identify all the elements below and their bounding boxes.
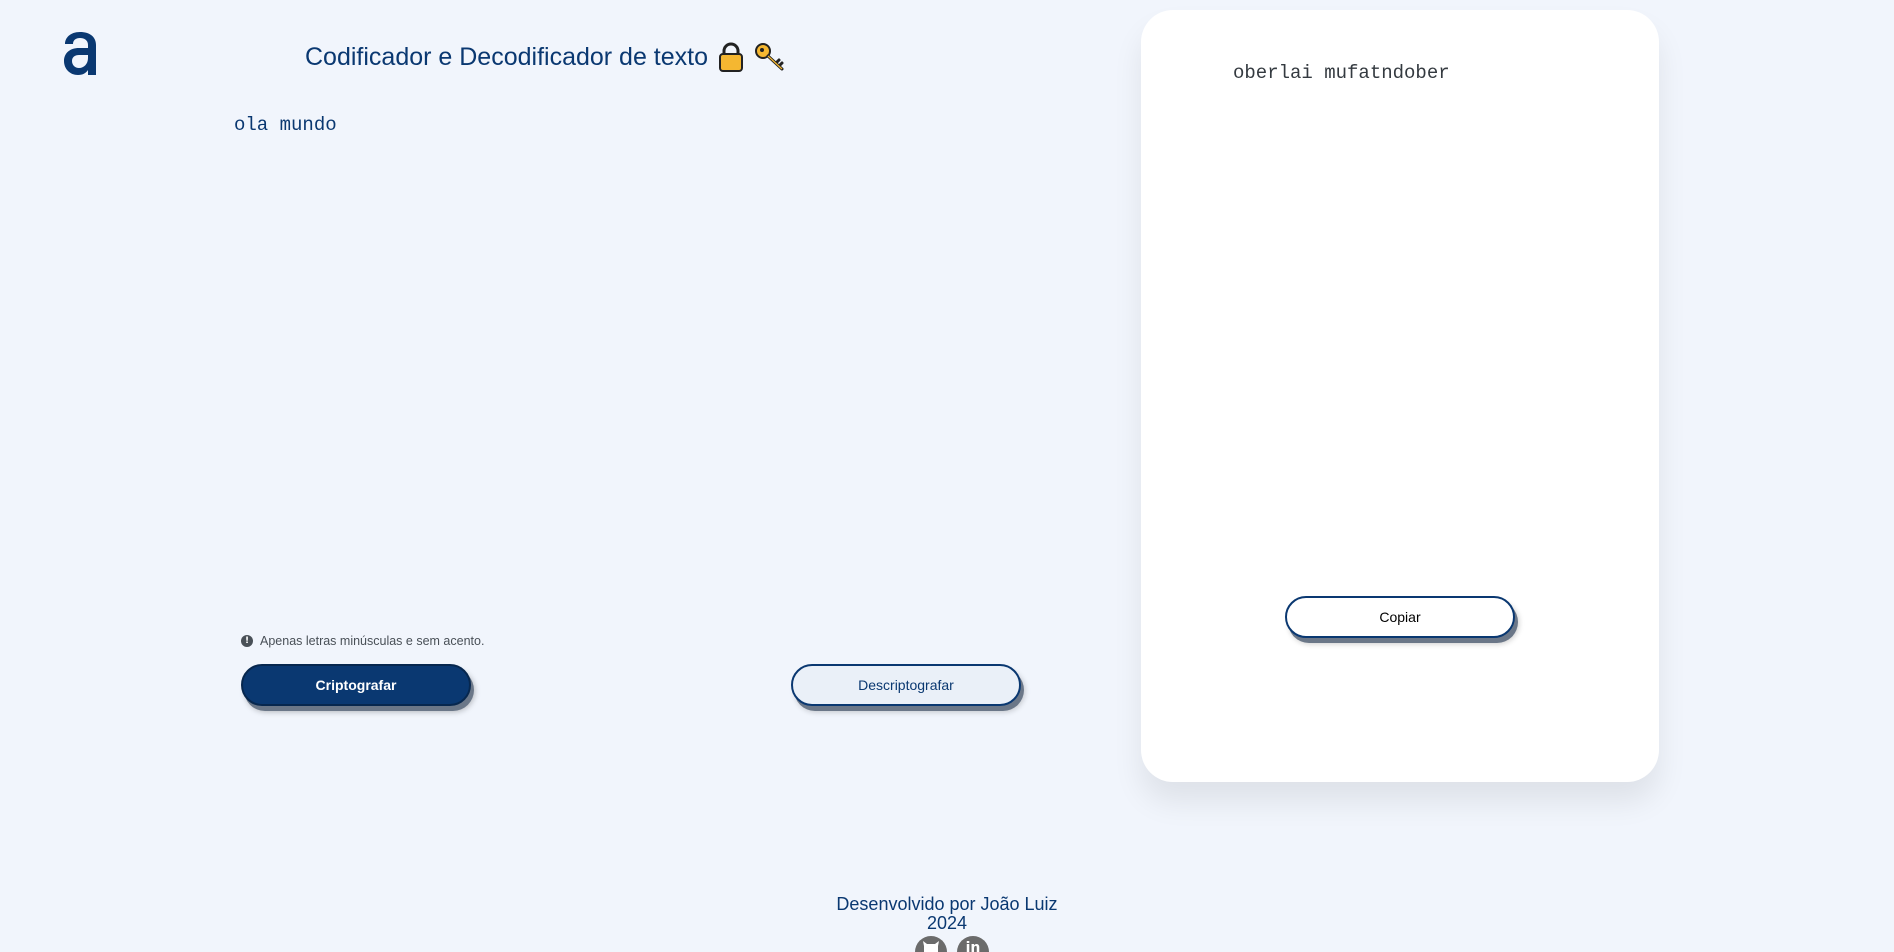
social-links: in	[915, 936, 989, 952]
decrypt-button[interactable]: Descriptografar	[791, 664, 1021, 706]
hint-text: Apenas letras minúsculas e sem acento.	[260, 634, 485, 648]
input-textarea[interactable]: ola mundo	[230, 110, 1058, 618]
key-icon	[755, 43, 784, 71]
output-card: oberlai mufatndober Copiar	[1141, 10, 1659, 782]
info-icon: !	[241, 635, 253, 647]
output-text: oberlai mufatndober	[1233, 62, 1450, 84]
github-icon[interactable]	[915, 936, 947, 952]
footer-credit: Desenvolvido por João Luiz	[836, 894, 1058, 914]
linkedin-icon[interactable]: in	[957, 936, 989, 952]
footer-year: 2024	[926, 913, 968, 933]
logo-icon	[64, 32, 96, 75]
encrypt-button[interactable]: Criptografar	[241, 664, 471, 706]
input-hint: ! Apenas letras minúsculas e sem acento.	[241, 634, 484, 648]
footer: Desenvolvido por João Luiz 2024	[0, 895, 1894, 933]
page-title: Codificador e Decodificador de texto	[305, 42, 786, 72]
lock-icon	[719, 42, 744, 72]
copy-button[interactable]: Copiar	[1285, 596, 1515, 638]
page-title-text: Codificador e Decodificador de texto	[305, 42, 709, 71]
